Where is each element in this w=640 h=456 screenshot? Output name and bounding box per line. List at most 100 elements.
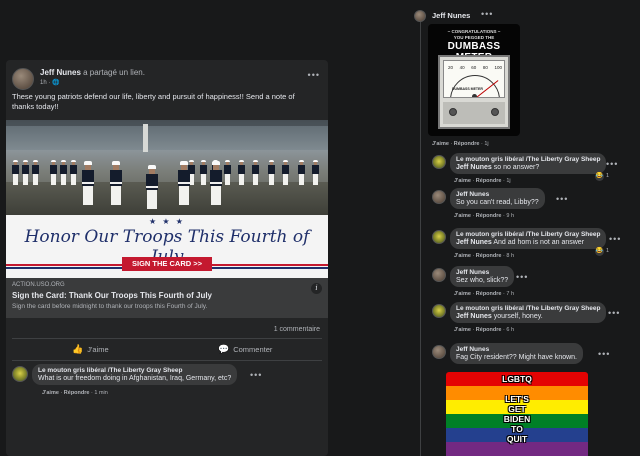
- marine-figure: [200, 160, 207, 186]
- comment-like-link[interactable]: J'aime: [454, 291, 471, 297]
- rainbow-meme-image[interactable]: LGBTQ LET'S GET BIDEN TO QUIT: [446, 372, 588, 456]
- meme-meta: J'aime · Répondre · 1j: [432, 141, 489, 147]
- laugh-reaction-icon[interactable]: 😂: [595, 247, 604, 256]
- meter-knob: [449, 108, 457, 116]
- post-menu-icon[interactable]: •••: [308, 70, 320, 80]
- post-author-name[interactable]: Jeff Nunes: [40, 68, 81, 77]
- comment-time[interactable]: 9 h: [506, 213, 514, 219]
- comment-menu-icon[interactable]: •••: [598, 349, 610, 359]
- comment-mention[interactable]: Jeff Nunes: [456, 239, 492, 246]
- link-description: Sign the card before midnight to thank o…: [12, 303, 208, 310]
- comment-time[interactable]: 8 h: [506, 253, 514, 259]
- comment-like-link[interactable]: J'aime: [454, 327, 471, 333]
- comment-meta: J'aime · Répondre · 7 h: [454, 291, 514, 297]
- comment-text-body: And ad hom is not an answer: [491, 239, 585, 246]
- commenter-avatar[interactable]: [12, 366, 28, 382]
- comment-reply-link[interactable]: Répondre: [476, 327, 502, 333]
- meme-time[interactable]: 1j: [484, 141, 488, 147]
- meter-graphic: 20 40 60 80 100 DUMBASS METER: [438, 55, 510, 129]
- meme-top-text: ~ CONGRATULATIONS ~ YOU PEGGED THE: [447, 29, 501, 40]
- comment-reply-link[interactable]: Répondre: [476, 253, 502, 259]
- comment-avatar[interactable]: [432, 190, 446, 204]
- post-header: Jeff Nunes a partagé un lien. 1h · 🌐 •••: [12, 66, 322, 90]
- rainbow-text-line: GET: [508, 404, 526, 414]
- comment-time[interactable]: 1 min: [94, 390, 107, 396]
- comment-menu-icon[interactable]: •••: [608, 308, 620, 318]
- thread-author-name[interactable]: Jeff Nunes: [432, 11, 470, 20]
- marine-figure: [110, 161, 122, 207]
- marine-figure: [282, 160, 289, 186]
- rainbow-text-line: [446, 384, 588, 394]
- comment-like-link[interactable]: J'aime: [454, 213, 471, 219]
- rainbow-text-line: TO: [511, 424, 523, 434]
- comment-avatar[interactable]: [432, 155, 446, 169]
- comment-bubble: Jeff Nunes Fag City resident?? Might have…: [450, 343, 584, 364]
- comment-menu-icon[interactable]: •••: [609, 234, 621, 244]
- marines-photo: [6, 120, 328, 215]
- photo-ground: [6, 182, 328, 215]
- comment-author[interactable]: Le mouton gris libéral /The Liberty Gray…: [456, 231, 600, 238]
- comment-author[interactable]: Jeff Nunes: [456, 191, 539, 198]
- comment-avatar[interactable]: [432, 304, 446, 318]
- dumbass-meter-meme[interactable]: ~ CONGRATULATIONS ~ YOU PEGGED THE DUMBA…: [428, 24, 520, 136]
- comment-mention[interactable]: Jeff Nunes: [456, 164, 492, 171]
- marine-figure: [224, 160, 231, 186]
- post-author-line: Jeff Nunes a partagé un lien.: [40, 68, 145, 77]
- comment-meta: J'aime · Répondre · 8 h: [454, 253, 514, 259]
- comment-menu-icon[interactable]: •••: [516, 272, 528, 282]
- rainbow-text-line: LET'S: [505, 394, 529, 404]
- comment-author[interactable]: Le mouton gris libéral /The Liberty Gray…: [456, 156, 600, 163]
- comment-button[interactable]: 💬 Commenter: [218, 344, 272, 355]
- comment-text: Sez who, slick??: [456, 277, 508, 284]
- comment-author[interactable]: Le mouton gris libéral /The Liberty Gray…: [456, 305, 600, 312]
- like-button[interactable]: 👍 J'aime: [72, 344, 109, 355]
- meter-scale: 20 40 60 80 100: [448, 65, 502, 70]
- comment-menu-icon[interactable]: •••: [556, 194, 568, 204]
- comment-text-body: so no answer?: [491, 164, 540, 171]
- comment-mention[interactable]: Jeff Nunes: [456, 313, 492, 320]
- comment-label: Commenter: [233, 345, 273, 354]
- thread-menu-icon[interactable]: •••: [481, 9, 493, 19]
- comment-count[interactable]: 1 commentaire: [274, 326, 320, 333]
- comment-author[interactable]: Le mouton gris libéral /The Liberty Gray…: [38, 367, 231, 374]
- comment-like-link[interactable]: J'aime: [454, 178, 471, 184]
- post-shared-text: a partagé un lien.: [80, 68, 145, 77]
- comment-meta: J'aime · Répondre · 9 h: [454, 213, 514, 219]
- post-time[interactable]: 1h ·: [40, 80, 52, 86]
- comment-author[interactable]: Jeff Nunes: [456, 346, 577, 353]
- thread-author-avatar[interactable]: [414, 10, 426, 22]
- meter-num: 100: [494, 65, 502, 70]
- comment-time[interactable]: 1j: [506, 178, 510, 184]
- comment-reply-link[interactable]: Répondre: [476, 178, 502, 184]
- comment-like-link[interactable]: J'aime: [454, 253, 471, 259]
- comment-avatar[interactable]: [432, 268, 446, 282]
- comment-text: Jeff Nunes And ad hom is not an answer: [456, 239, 600, 246]
- comment-menu-icon[interactable]: •••: [250, 370, 262, 380]
- meme-reply-link[interactable]: Répondre: [454, 141, 480, 147]
- comment-menu-icon[interactable]: •••: [606, 159, 618, 169]
- comment-time[interactable]: 7 h: [506, 291, 514, 297]
- comment-like-link[interactable]: J'aime: [42, 390, 59, 396]
- meme-like-link[interactable]: J'aime: [432, 141, 449, 147]
- comment-reply-link[interactable]: Répondre: [476, 291, 502, 297]
- comment-bubble: Le mouton gris libéral /The Liberty Gray…: [450, 153, 607, 174]
- marine-figure: [178, 161, 190, 207]
- comment-reply-link[interactable]: Répondre: [64, 390, 90, 396]
- honor-banner: ★ ★ ★ Honor Our Troops This Fourth of Ju…: [6, 215, 328, 278]
- sign-the-card-button[interactable]: SIGN THE CARD >>: [122, 257, 212, 271]
- reaction-count: 1: [606, 173, 610, 179]
- comment-avatar[interactable]: [432, 345, 446, 359]
- comment-reply-link[interactable]: Répondre: [476, 213, 502, 219]
- link-info[interactable]: ACTION.USO.ORG Sign the Card: Thank Our …: [6, 278, 328, 318]
- link-preview-image[interactable]: ★ ★ ★ Honor Our Troops This Fourth of Ju…: [6, 120, 328, 278]
- info-icon[interactable]: i: [311, 283, 322, 294]
- link-domain: ACTION.USO.ORG: [12, 282, 65, 288]
- link-title[interactable]: Sign the Card: Thank Our Troops This Fou…: [12, 291, 322, 300]
- comment-author[interactable]: Jeff Nunes: [456, 269, 508, 276]
- reaction-count: 1: [606, 248, 610, 254]
- author-avatar[interactable]: [12, 68, 34, 90]
- rainbow-text: LGBTQ LET'S GET BIDEN TO QUIT: [446, 372, 588, 444]
- comment-time[interactable]: 6 h: [506, 327, 514, 333]
- comment-avatar[interactable]: [432, 230, 446, 244]
- laugh-reaction-icon[interactable]: 😂: [595, 172, 604, 181]
